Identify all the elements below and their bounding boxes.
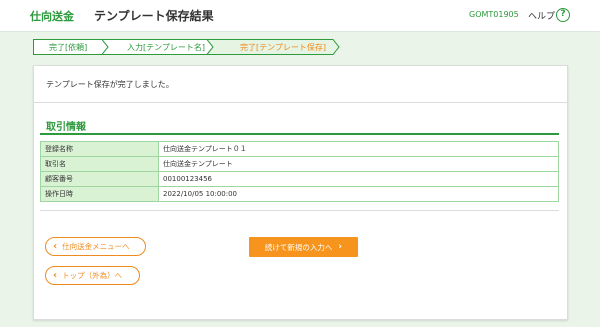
completion-message: テンプレート保存が完了しました。 (46, 80, 174, 89)
app-title: 仕向送金 (30, 10, 74, 23)
chevron-left-icon: ‹ (53, 241, 58, 252)
table-bottom-divider (40, 210, 559, 211)
help-icon[interactable]: ? (556, 8, 570, 22)
section-title: 取引情報 (46, 122, 86, 133)
chevron-left-icon: ‹ (53, 270, 58, 281)
message-divider (34, 102, 569, 103)
back-to-top-label: トップ（外為）へ (62, 271, 123, 280)
back-to-menu-button[interactable]: ‹ 仕向送金メニューへ (45, 237, 146, 256)
screen-id: GOMT01905 (469, 10, 519, 19)
header-bar: 仕向送金 テンプレート保存結果 GOMT01905 ヘルプ ? (0, 0, 600, 32)
row-value: 2022/10/05 10:00:00 (158, 186, 559, 202)
step-3-label: 完了[テンプレート保存] (240, 43, 327, 52)
row-label: 顧客番号 (40, 171, 159, 187)
section-rule (40, 133, 559, 135)
row-label: 登録名称 (40, 141, 159, 157)
row-label: 取引名 (40, 156, 159, 172)
row-label: 操作日時 (40, 186, 159, 202)
step-1-label: 完了[依頼] (49, 43, 88, 52)
transaction-info-table: 登録名称 仕向送金テンプレート０１ 取引名 仕向送金テンプレート 顧客番号 00… (40, 141, 559, 202)
back-to-menu-label: 仕向送金メニューへ (62, 242, 130, 251)
row-value: 仕向送金テンプレート０１ (158, 141, 559, 157)
table-row: 操作日時 2022/10/05 10:00:00 (40, 186, 559, 202)
result-panel: テンプレート保存が完了しました。 取引情報 登録名称 仕向送金テンプレート０１ … (33, 65, 569, 320)
row-value: 00100123456 (158, 171, 559, 187)
back-to-top-button[interactable]: ‹ トップ（外為）へ (45, 266, 140, 285)
chevron-right-icon: › (338, 242, 343, 252)
table-row: 登録名称 仕向送金テンプレート０１ (40, 141, 559, 157)
continue-new-entry-button[interactable]: 続けて新規の入力へ › (249, 237, 358, 257)
row-value: 仕向送金テンプレート (158, 156, 559, 172)
help-link[interactable]: ヘルプ (528, 9, 555, 22)
table-row: 取引名 仕向送金テンプレート (40, 156, 559, 172)
table-row: 顧客番号 00100123456 (40, 171, 559, 187)
continue-new-entry-label: 続けて新規の入力へ (264, 242, 333, 252)
step-2-label: 入力[テンプレート名] (127, 43, 206, 52)
page-title: テンプレート保存結果 (94, 9, 214, 23)
